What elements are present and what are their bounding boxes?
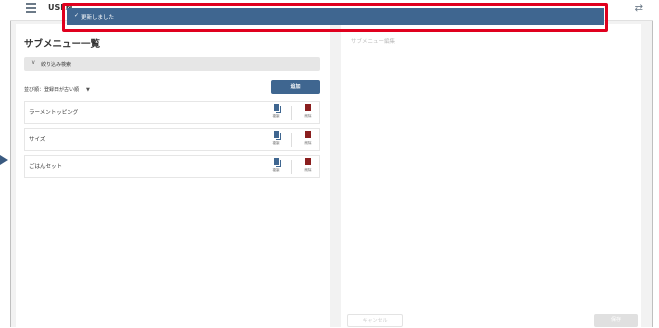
- delete-button[interactable]: 削除: [301, 104, 315, 119]
- filter-label: 絞り込み検索: [41, 62, 72, 68]
- copy-label: 複製: [272, 141, 280, 145]
- copy-label: 複製: [272, 114, 280, 118]
- caret-down-icon: ▼: [86, 87, 90, 93]
- copy-icon: [273, 131, 279, 138]
- add-button[interactable]: 追加: [271, 80, 320, 94]
- item-name: ごはんセット: [29, 164, 63, 170]
- copy-icon: [273, 158, 279, 165]
- sort-value: 登録日が古い順: [44, 87, 80, 93]
- submenu-list: ラーメントッピング 複製 削除 サイズ 複製 削除 ごはんセット 複製 削除: [24, 101, 320, 182]
- sort-select[interactable]: 並び順：登録日が古い順 ▼: [24, 86, 90, 93]
- trash-icon: [305, 104, 311, 111]
- trash-icon: [305, 131, 311, 138]
- divider: [291, 133, 292, 147]
- copy-button[interactable]: 複製: [269, 104, 283, 119]
- item-name: サイズ: [29, 137, 46, 143]
- delete-button[interactable]: 削除: [301, 158, 315, 173]
- trash-icon: [305, 158, 311, 165]
- filter-toggle[interactable]: ∨ 絞り込み検索: [24, 57, 320, 71]
- delete-button[interactable]: 削除: [301, 131, 315, 146]
- pointer-arrow-icon: [0, 155, 8, 165]
- delete-label: 削除: [304, 168, 312, 172]
- item-name: ラーメントッピング: [29, 110, 79, 116]
- divider: [291, 160, 292, 174]
- save-button[interactable]: 保存: [594, 314, 638, 327]
- cancel-button[interactable]: キャンセル: [347, 314, 403, 327]
- copy-label: 複製: [272, 168, 280, 172]
- copy-icon: [273, 104, 279, 111]
- page-title: サブメニュー一覧: [24, 39, 101, 50]
- copy-button[interactable]: 複製: [269, 158, 283, 173]
- chevron-down-icon: ∨: [31, 59, 36, 66]
- delete-label: 削除: [304, 141, 312, 145]
- sort-label: 並び順：: [24, 87, 45, 93]
- submenu-list-panel: サブメニュー一覧 ∨ 絞り込み検索 並び順：登録日が古い順 ▼ 追加 ラーメントッ…: [16, 24, 330, 327]
- swap-arrows-icon[interactable]: ⇄: [635, 3, 643, 14]
- list-item[interactable]: サイズ 複製 削除: [24, 128, 320, 151]
- submenu-edit-panel: サブメニュー編集 キャンセル 保存: [341, 24, 641, 327]
- list-item[interactable]: ごはんセット 複製 削除: [24, 155, 320, 178]
- copy-button[interactable]: 複製: [269, 131, 283, 146]
- hamburger-icon[interactable]: [26, 3, 36, 13]
- edit-panel-title: サブメニュー編集: [351, 39, 396, 45]
- highlight-box: [62, 3, 608, 32]
- delete-label: 削除: [304, 114, 312, 118]
- list-item[interactable]: ラーメントッピング 複製 削除: [24, 101, 320, 124]
- divider: [291, 106, 292, 120]
